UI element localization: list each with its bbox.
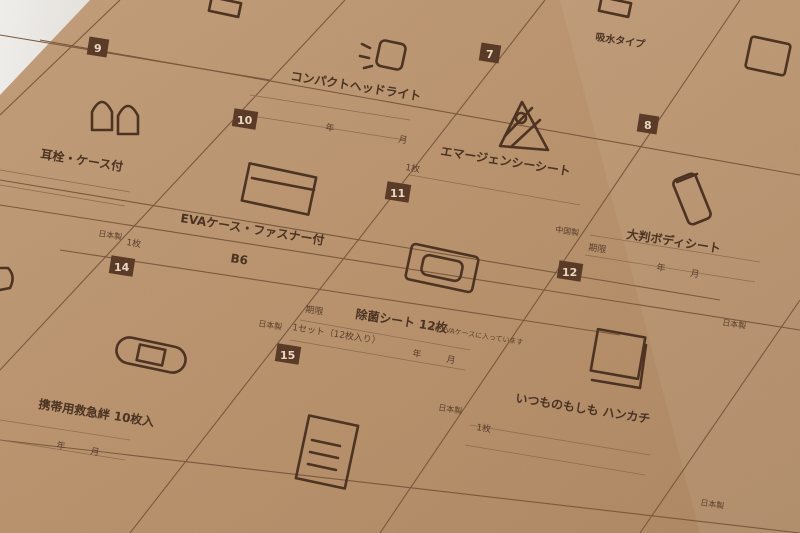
svg-text:7: 7 (486, 48, 494, 61)
number-tag-10: 10 (231, 108, 259, 130)
svg-text:14: 14 (114, 261, 130, 274)
svg-text:15: 15 (280, 349, 295, 362)
number-tag-9: 9 (86, 36, 110, 58)
svg-text:10: 10 (237, 114, 253, 127)
item-subtitle-10: B6 (230, 251, 249, 268)
svg-text:12: 12 (562, 266, 577, 279)
number-tag-11: 11 (384, 181, 412, 203)
cardboard-box-top: 9 10 7 8 11 12 14 15 耳栓・ケース付 コンパクトヘッドライト… (0, 0, 800, 533)
svg-text:11: 11 (390, 187, 405, 200)
month-3: 月 (446, 354, 457, 366)
number-tag-14: 14 (108, 255, 136, 277)
svg-text:8: 8 (644, 119, 652, 132)
svg-text:9: 9 (94, 42, 102, 55)
number-tag-15: 15 (274, 343, 302, 365)
number-tag-7: 7 (478, 42, 502, 64)
photo: 9 10 7 8 11 12 14 15 耳栓・ケース付 コンパクトヘッドライト… (0, 0, 800, 533)
month-2: 月 (690, 268, 701, 280)
month-4: 月 (90, 446, 101, 458)
month-1: 月 (398, 134, 409, 146)
number-tag-8: 8 (636, 113, 660, 135)
number-tag-12: 12 (556, 260, 584, 282)
